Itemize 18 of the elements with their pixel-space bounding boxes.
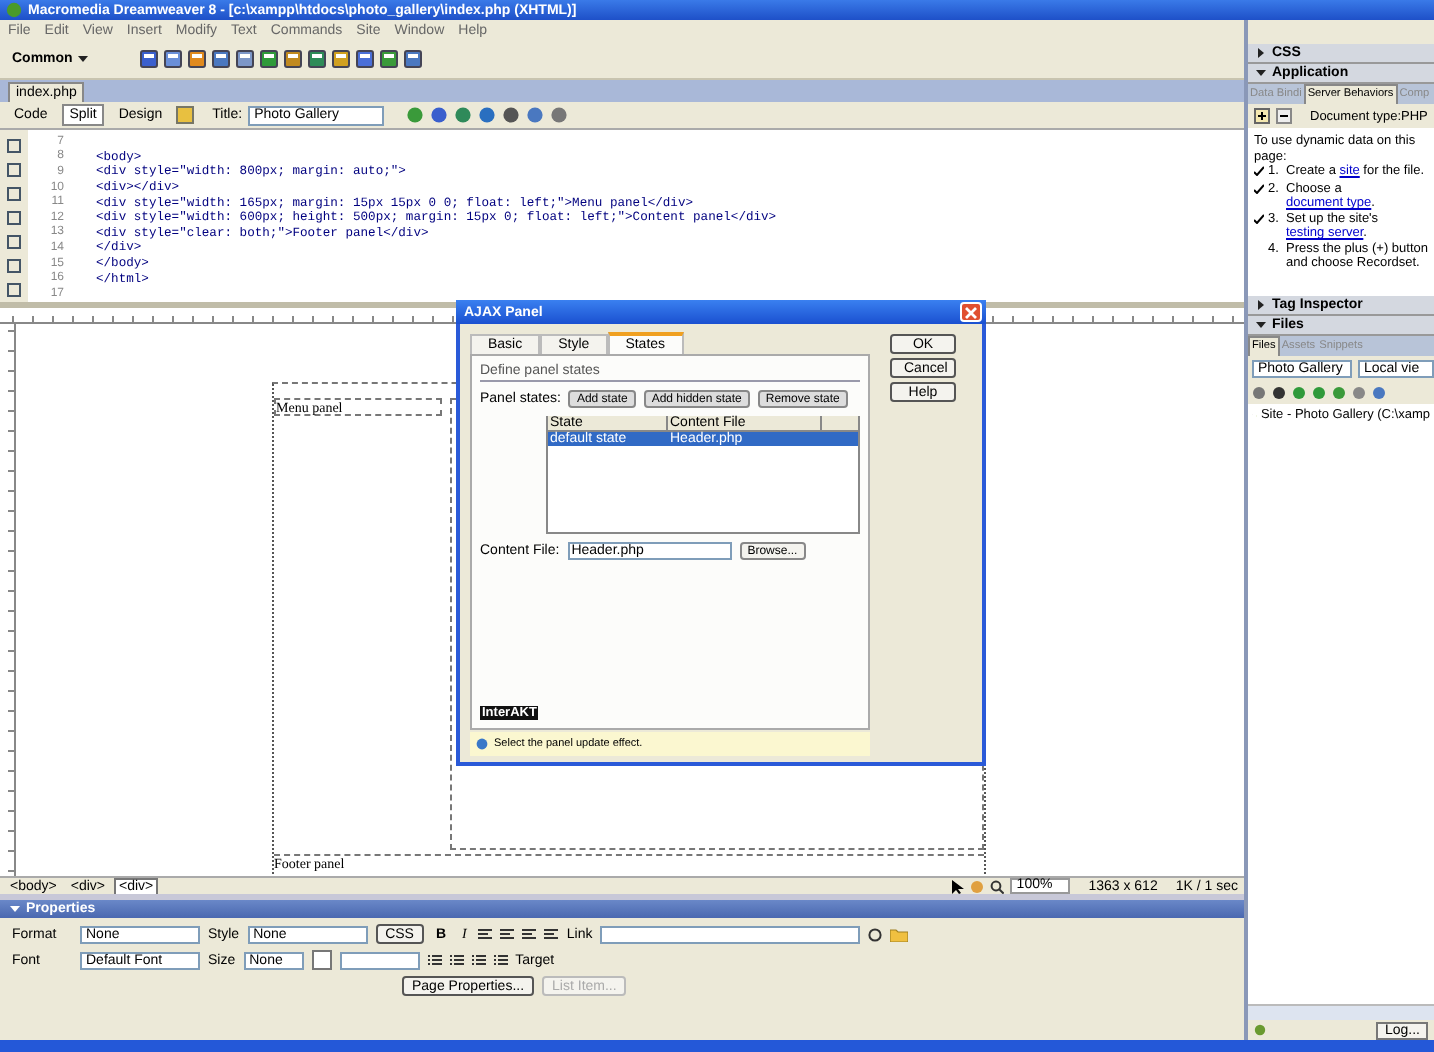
align-left-icon[interactable] bbox=[478, 927, 493, 941]
close-icon bbox=[964, 305, 978, 319]
zoom-icon[interactable] bbox=[990, 879, 1005, 893]
color-field[interactable] bbox=[339, 951, 420, 969]
checkmark-icon bbox=[1254, 213, 1264, 223]
unordered-list-icon[interactable] bbox=[427, 953, 442, 967]
caret-icon bbox=[78, 55, 89, 63]
link-field[interactable] bbox=[600, 925, 861, 943]
plus-icon[interactable] bbox=[1254, 108, 1270, 124]
info-icon bbox=[476, 738, 488, 750]
color-picker[interactable] bbox=[311, 950, 332, 970]
expander-icon bbox=[10, 904, 20, 914]
status-icon bbox=[1254, 1024, 1266, 1036]
app-logo-icon bbox=[6, 2, 22, 18]
pointer-icon[interactable] bbox=[952, 879, 965, 893]
horizontal-scrollbar[interactable] bbox=[1248, 1004, 1434, 1020]
close-button[interactable] bbox=[960, 302, 982, 322]
minus-icon[interactable] bbox=[1276, 108, 1292, 124]
